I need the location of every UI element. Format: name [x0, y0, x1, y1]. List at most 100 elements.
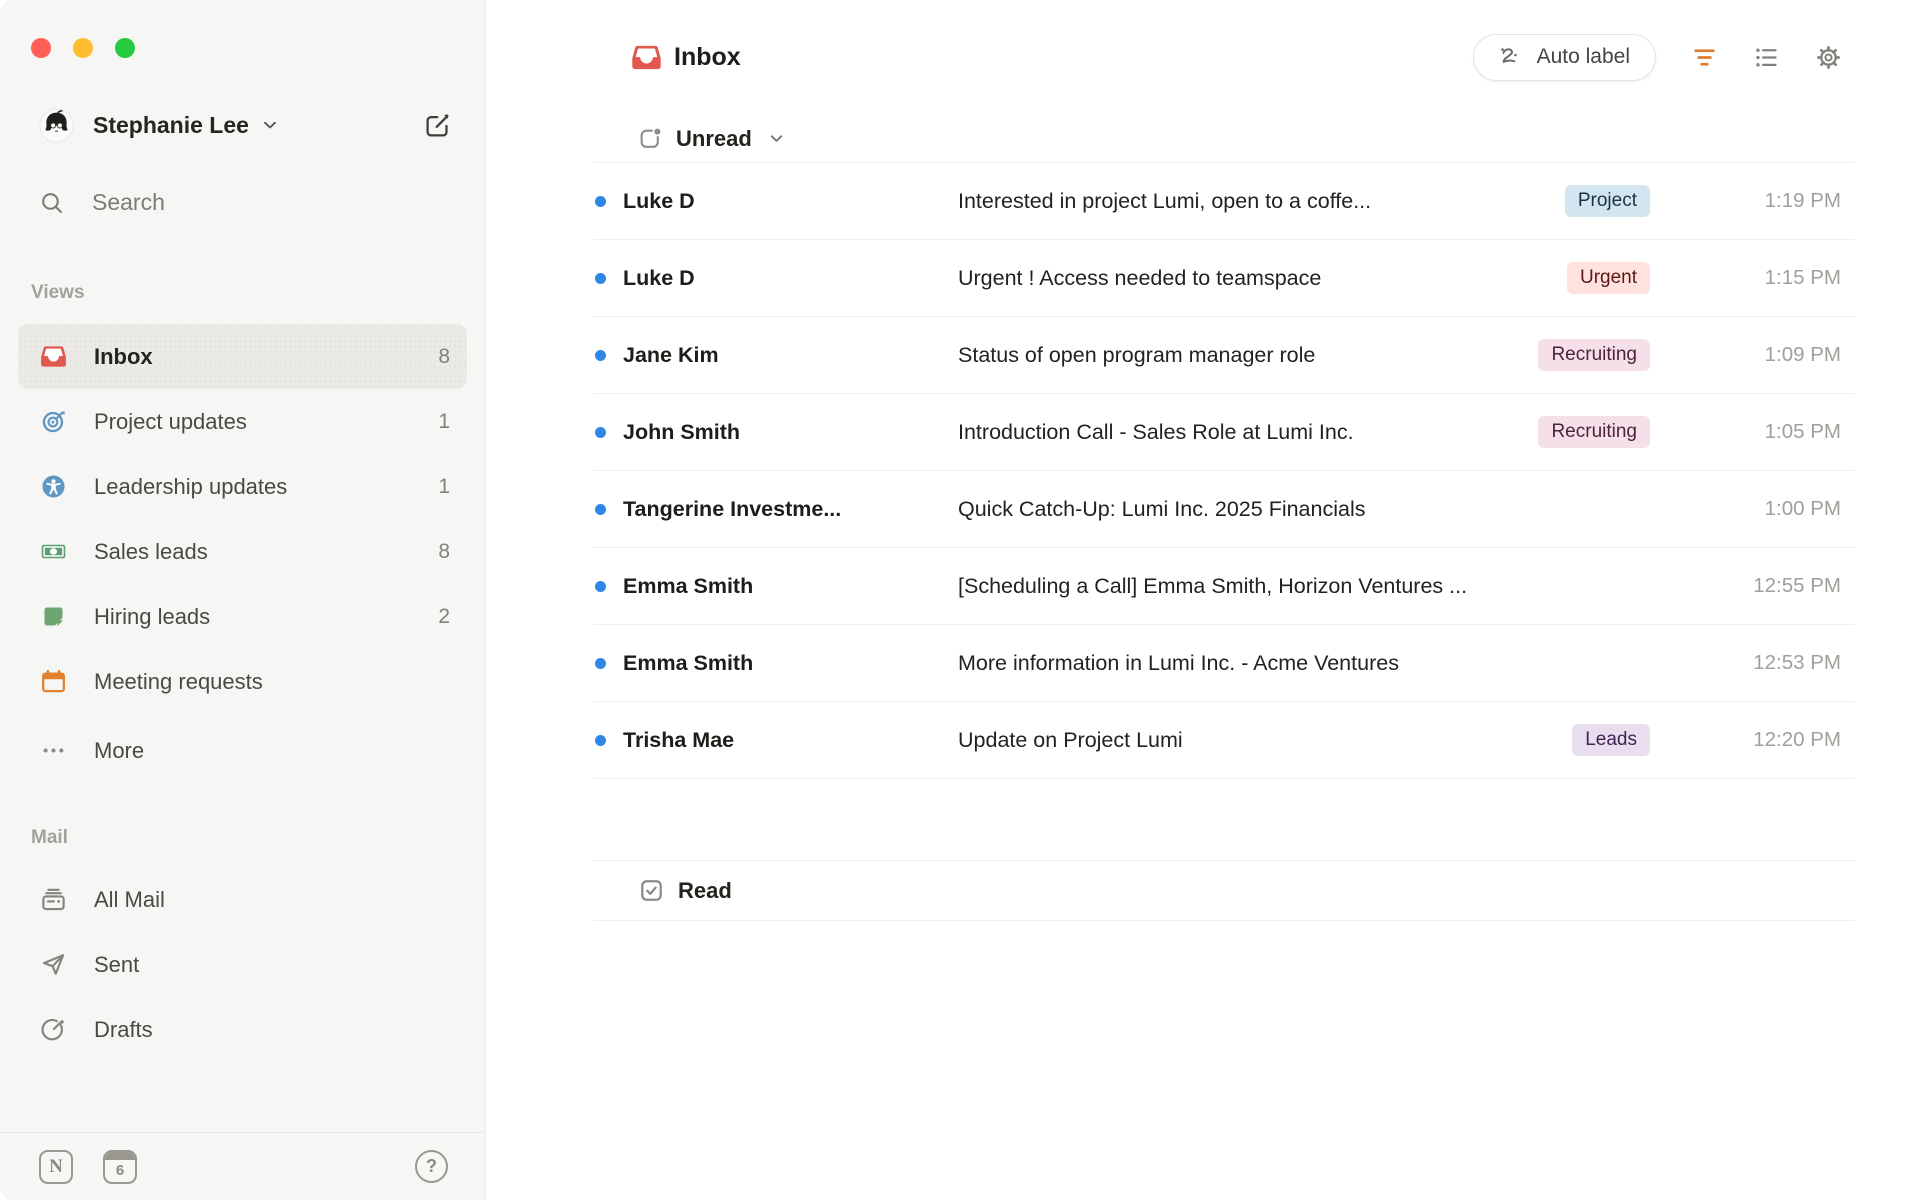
- email-row[interactable]: Trisha Mae Update on Project Lumi Leads …: [593, 702, 1855, 779]
- sidebar-item-sent[interactable]: Sent: [18, 932, 467, 997]
- send-icon: [40, 951, 67, 978]
- chevron-down-icon: [767, 129, 786, 148]
- notion-logo-badge[interactable]: N: [39, 1149, 73, 1184]
- unread-label: Unread: [676, 125, 752, 151]
- email-row[interactable]: Luke D Interested in project Lumi, open …: [593, 163, 1855, 240]
- item-count: 2: [438, 604, 450, 628]
- email-tag: Recruiting: [1538, 416, 1650, 448]
- draft-icon: [40, 1016, 67, 1043]
- toolbar: Auto label: [1472, 33, 1842, 81]
- gear-icon[interactable]: [1815, 44, 1842, 71]
- minimize-window-button[interactable]: [73, 38, 93, 58]
- email-subject: More information in Lumi Inc. - Acme Ven…: [958, 650, 1399, 675]
- unread-dot: [595, 580, 606, 592]
- email-row[interactable]: Luke D Urgent ! Access needed to teamspa…: [593, 240, 1855, 317]
- read-section-header[interactable]: Read: [593, 860, 1855, 921]
- email-time: 12:55 PM: [1753, 574, 1841, 597]
- zoom-window-button[interactable]: [115, 38, 135, 58]
- email-sender: Luke D: [623, 265, 695, 290]
- sidebar-item-drafts[interactable]: Drafts: [18, 997, 467, 1062]
- auto-label-button[interactable]: Auto label: [1472, 33, 1656, 81]
- unread-section-header[interactable]: Unread: [593, 115, 1855, 163]
- inbox-icon: [40, 343, 67, 370]
- email-sender: Luke D: [623, 188, 695, 213]
- email-subject: [Scheduling a Call] Emma Smith, Horizon …: [958, 573, 1468, 598]
- sidebar-item-all-mail[interactable]: All Mail: [18, 867, 467, 932]
- auto-label-wand-icon: [1499, 45, 1524, 70]
- email-rows: Luke D Interested in project Lumi, open …: [593, 163, 1855, 779]
- unread-dot: [595, 657, 606, 669]
- email-subject: Urgent ! Access needed to teamspace: [958, 265, 1322, 290]
- email-sender: Emma Smith: [623, 573, 754, 598]
- email-time: 12:20 PM: [1753, 728, 1841, 751]
- read-section: Read: [593, 860, 1855, 921]
- list-view-icon[interactable]: [1753, 44, 1780, 71]
- avatar: [39, 107, 74, 143]
- email-time: 12:53 PM: [1753, 651, 1841, 674]
- unread-dot: [595, 195, 606, 207]
- email-tag: Urgent: [1566, 262, 1650, 294]
- email-list: Unread Luke D Interested in project Lumi…: [593, 115, 1855, 921]
- sidebar-item-hiring-leads[interactable]: Hiring leads 2: [18, 584, 467, 649]
- email-subject: Introduction Call - Sales Role at Lumi I…: [958, 419, 1354, 444]
- email-sender: Emma Smith: [623, 650, 754, 675]
- compose-button[interactable]: [424, 112, 451, 139]
- email-row[interactable]: Emma Smith More information in Lumi Inc.…: [593, 625, 1855, 702]
- views-section-label: Views: [31, 282, 85, 303]
- calendar-badge-top: [105, 1151, 135, 1160]
- inbox-icon: [631, 42, 662, 73]
- mail-section-label: Mail: [31, 827, 68, 848]
- window-controls: [0, 0, 485, 58]
- email-sender: John Smith: [623, 419, 741, 444]
- user-name: Stephanie Lee: [93, 111, 249, 138]
- calendar-icon: [40, 668, 67, 695]
- email-time: 1:05 PM: [1764, 420, 1841, 443]
- email-time: 1:00 PM: [1764, 497, 1841, 520]
- email-row[interactable]: Emma Smith [Scheduling a Call] Emma Smit…: [593, 548, 1855, 625]
- search-label: Search: [92, 188, 165, 215]
- filter-icon[interactable]: [1691, 44, 1718, 71]
- sidebar-item-leadership-updates[interactable]: Leadership updates 1: [18, 454, 467, 519]
- read-label: Read: [678, 877, 732, 903]
- sidebar-item-sales-leads[interactable]: Sales leads 8: [18, 519, 467, 584]
- unread-dot: [595, 349, 606, 361]
- checkbox-checked-icon: [638, 877, 665, 904]
- page-title: Inbox: [674, 42, 741, 71]
- search-button[interactable]: Search: [0, 182, 485, 222]
- unread-dot: [595, 503, 606, 515]
- sidebar-item-more[interactable]: More: [18, 718, 467, 783]
- item-count: 1: [438, 409, 450, 433]
- account-switcher[interactable]: Stephanie Lee: [0, 105, 485, 145]
- main-header: Inbox Auto label: [486, 0, 1920, 81]
- sidebar-footer: N 6 ?: [0, 1132, 485, 1200]
- email-subject: Interested in project Lumi, open to a co…: [958, 188, 1372, 213]
- all-mail-icon: [40, 886, 67, 913]
- ellipsis-icon: [40, 737, 67, 764]
- email-sender: Jane Kim: [623, 342, 719, 367]
- email-sender: Trisha Mae: [623, 727, 735, 752]
- sidebar-item-meeting-requests[interactable]: Meeting requests: [18, 649, 467, 714]
- email-time: 1:09 PM: [1764, 343, 1841, 366]
- unread-icon: [638, 126, 663, 151]
- email-subject: Status of open program manager role: [958, 342, 1316, 367]
- views-list: Inbox 8 Project updates 1 Leadership upd…: [0, 324, 485, 783]
- accessibility-icon: [40, 473, 67, 500]
- mail-list: All Mail Sent Drafts: [0, 867, 485, 1062]
- email-subject: Update on Project Lumi: [958, 727, 1183, 752]
- email-time: 1:15 PM: [1764, 266, 1841, 289]
- item-count: 1: [438, 474, 450, 498]
- item-count: 8: [438, 344, 450, 368]
- email-subject: Quick Catch-Up: Lumi Inc. 2025 Financial…: [958, 496, 1366, 521]
- email-row[interactable]: Jane Kim Status of open program manager …: [593, 317, 1855, 394]
- email-row[interactable]: John Smith Introduction Call - Sales Rol…: [593, 394, 1855, 471]
- sidebar-item-project-updates[interactable]: Project updates 1: [18, 389, 467, 454]
- help-button[interactable]: ?: [415, 1150, 448, 1183]
- sidebar: Stephanie Lee Search Views Inbox 8 Proje…: [0, 0, 486, 1200]
- email-tag: Project: [1564, 185, 1650, 217]
- close-window-button[interactable]: [31, 38, 51, 58]
- email-sender: Tangerine Investme...: [623, 496, 842, 521]
- calendar-badge[interactable]: 6: [103, 1149, 137, 1184]
- unread-dot: [595, 734, 606, 746]
- email-row[interactable]: Tangerine Investme... Quick Catch-Up: Lu…: [593, 471, 1855, 548]
- sidebar-item-inbox[interactable]: Inbox 8: [18, 324, 467, 389]
